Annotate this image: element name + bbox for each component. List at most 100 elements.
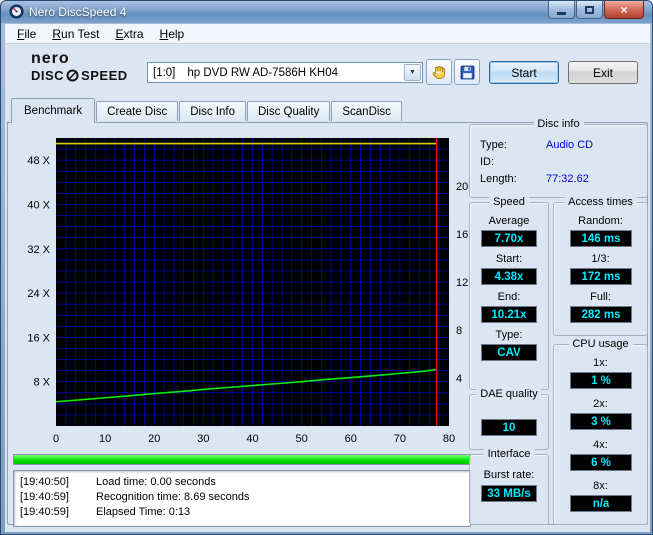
log-timestamp: [19:40:59] — [20, 491, 69, 503]
disc-info-group: Disc info Type: Audio CD ID: Length: 77:… — [469, 118, 648, 198]
svg-text:12: 12 — [456, 277, 468, 289]
svg-text:60: 60 — [345, 433, 357, 445]
svg-text:32 X: 32 X — [27, 244, 50, 256]
color-options-button[interactable] — [426, 59, 452, 85]
test-progress-bar — [13, 454, 471, 465]
burst-rate-label: Burst rate: — [483, 469, 535, 481]
chevron-down-icon: ▼ — [409, 69, 416, 76]
disc-length-value: 77:32.62 — [546, 173, 589, 185]
menu-bar: File Run Test Extra Help — [5, 24, 650, 44]
cpu-4x-value: 6 % — [570, 454, 632, 471]
menu-extra[interactable]: Extra — [108, 25, 152, 43]
tab-create-disc[interactable]: Create Disc — [96, 101, 179, 121]
svg-text:40 X: 40 X — [27, 199, 50, 211]
svg-text:80: 80 — [443, 433, 455, 445]
svg-text:48 X: 48 X — [27, 155, 50, 167]
speed-end-value: 10.21x — [481, 306, 537, 323]
exit-button[interactable]: Exit — [568, 61, 638, 84]
cpu-4x-label: 4x: — [593, 439, 608, 451]
start-button[interactable]: Start — [489, 61, 559, 84]
speed-start-value: 4.38x — [481, 268, 537, 285]
app-icon[interactable] — [9, 4, 24, 19]
tab-benchmark[interactable]: Benchmark — [11, 98, 96, 123]
svg-text:16: 16 — [456, 229, 468, 241]
cpu-2x-label: 2x: — [593, 398, 608, 410]
disc-slash-icon — [66, 69, 79, 82]
menu-help[interactable]: Help — [152, 25, 193, 43]
svg-text:30: 30 — [197, 433, 209, 445]
interface-title: Interface — [483, 448, 535, 460]
benchmark-chart-svg: 48 X40 X32 X24 X16 X8 X201612840 10 20 30 40… — [27, 138, 468, 445]
cpu-1x-value: 1 % — [570, 372, 632, 389]
minimize-button[interactable] — [548, 1, 575, 19]
speed-type-label: Type: — [495, 329, 523, 341]
svg-text:10: 10 — [99, 433, 111, 445]
cpu-usage-title: CPU usage — [568, 338, 633, 350]
access-random-value: 146 ms — [570, 230, 632, 247]
access-third-label: 1/3: — [591, 253, 610, 265]
tab-strip: Benchmark Create Disc Disc Info Disc Qua… — [11, 98, 403, 123]
window-title: Nero DiscSpeed 4 — [29, 5, 127, 19]
speed-end-label: End: — [497, 291, 521, 303]
close-icon: × — [620, 2, 628, 17]
log-listbox[interactable]: [19:40:50] Load time: 0.00 seconds [19:4… — [13, 470, 471, 527]
cpu-2x-value: 3 % — [570, 413, 632, 430]
svg-text:8 X: 8 X — [33, 377, 50, 389]
speed-group-title: Speed — [489, 196, 529, 208]
maximize-icon — [585, 5, 594, 14]
speed-start-label: Start: — [495, 253, 523, 265]
app-window: Nero DiscSpeed 4 × File Run Test Extra H… — [0, 0, 653, 535]
tab-disc-quality[interactable]: Disc Quality — [247, 101, 331, 121]
close-button[interactable]: × — [604, 1, 644, 19]
svg-text:0: 0 — [53, 433, 59, 445]
log-message: Recognition time: 8.69 seconds — [96, 491, 250, 503]
log-timestamp: [19:40:59] — [20, 506, 69, 518]
cpu-8x-label: 8x: — [593, 480, 608, 492]
access-times-group: Access times Random: 146 ms 1/3: 172 ms … — [553, 196, 648, 336]
svg-text:24 X: 24 X — [27, 288, 50, 300]
interface-group: Interface Burst rate: 33 MB/s — [469, 448, 549, 525]
dae-quality-title: DAE quality — [476, 388, 542, 400]
tab-scandisc[interactable]: ScanDisc — [331, 101, 402, 121]
dae-quality-group: DAE quality 10 — [469, 388, 549, 450]
nero-discspeed-logo: nero DISC SPEED — [31, 50, 151, 83]
title-bar[interactable]: Nero DiscSpeed 4 × — [1, 1, 652, 23]
disc-type-label: Type: — [480, 139, 507, 151]
svg-text:50: 50 — [296, 433, 308, 445]
minimize-icon — [557, 11, 566, 15]
access-full-value: 282 ms — [570, 306, 632, 323]
access-third-value: 172 ms — [570, 268, 632, 285]
menu-run-test[interactable]: Run Test — [44, 25, 107, 43]
cpu-1x-label: 1x: — [593, 357, 608, 369]
tab-disc-info[interactable]: Disc Info — [179, 101, 246, 121]
progress-fill — [14, 455, 470, 464]
log-timestamp: [19:40:50] — [20, 476, 69, 488]
disc-info-title: Disc info — [533, 118, 584, 130]
save-button[interactable] — [454, 59, 480, 85]
svg-text:20: 20 — [456, 181, 468, 193]
cpu-8x-value: n/a — [570, 495, 632, 512]
benchmark-chart: 48 X 40 X 32 X 24 X 16 X8 X 20 16 12 8 4 0 10 20 30 40… — [11, 126, 471, 448]
maximize-button[interactable] — [576, 1, 603, 19]
log-row: [19:40:50] Load time: 0.00 seconds — [20, 475, 464, 490]
menu-file[interactable]: File — [9, 25, 44, 43]
save-icon — [460, 65, 474, 79]
svg-text:40: 40 — [246, 433, 258, 445]
drive-select[interactable]: [1:0] hp DVD RW AD-7586H KH04 ▼ — [147, 62, 423, 83]
access-times-title: Access times — [564, 196, 637, 208]
speed-type-value: CAV — [481, 344, 537, 361]
svg-text:70: 70 — [394, 433, 406, 445]
log-message: Load time: 0.00 seconds — [96, 476, 216, 488]
log-row: [19:40:59] Elapsed Time: 0:13 — [20, 505, 464, 520]
speed-average-value: 7.70x — [481, 230, 537, 247]
svg-text:8: 8 — [456, 325, 462, 337]
disc-length-label: Length: — [480, 173, 517, 185]
client-area: File Run Test Extra Help nero DISC SPEED… — [5, 24, 650, 532]
svg-text:16 X: 16 X — [27, 332, 50, 344]
logo-speed-text: SPEED — [81, 68, 128, 83]
drive-select-arrow[interactable]: ▼ — [404, 64, 421, 81]
cpu-usage-group: CPU usage 1x: 1 % 2x: 3 % 4x: 6 % 8x: n/… — [553, 338, 648, 525]
speed-average-label: Average — [488, 215, 530, 227]
burst-rate-value: 33 MB/s — [481, 485, 537, 502]
caption-buttons: × — [548, 1, 644, 19]
